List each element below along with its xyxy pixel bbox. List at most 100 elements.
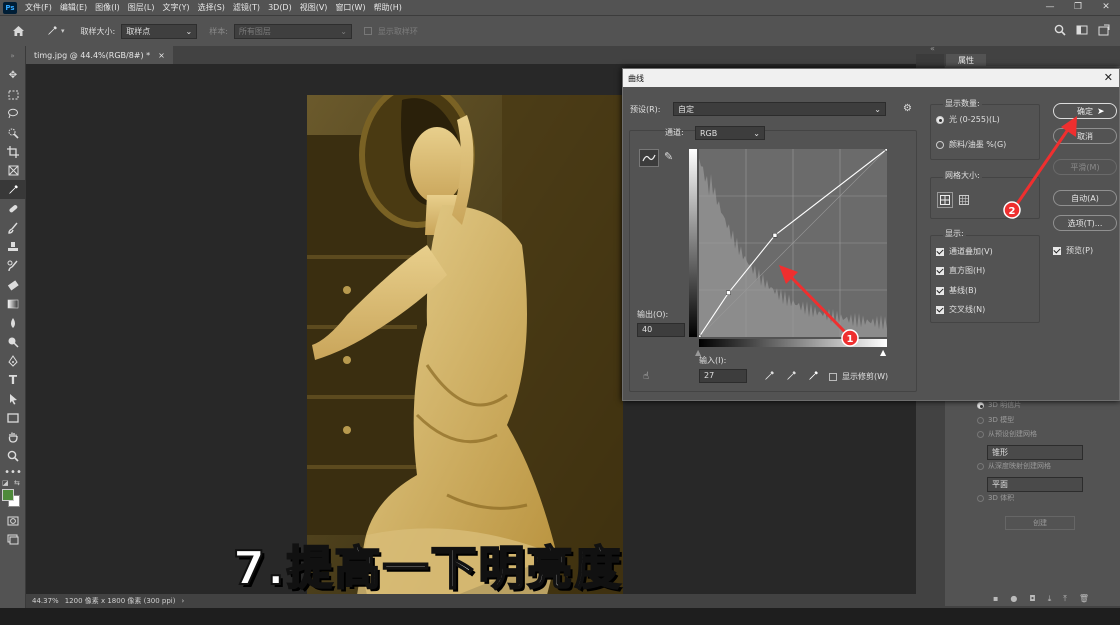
crop-tool-icon[interactable] (0, 142, 26, 161)
eraser-tool-icon[interactable] (0, 275, 26, 294)
brush-tool-icon[interactable] (0, 218, 26, 237)
marquee-tool-icon[interactable] (0, 85, 26, 104)
auto-button[interactable]: 自动(A) (1053, 190, 1117, 206)
option-mesh-from-preset[interactable]: 从预设创建网格 (977, 429, 1037, 439)
light-radio[interactable] (936, 115, 944, 124)
channel-overlay-option[interactable]: 通道叠加(V) (936, 246, 993, 257)
minimize-button[interactable]: — (1036, 0, 1064, 15)
show-ring-checkbox[interactable] (363, 27, 372, 35)
trash-icon[interactable]: 🗑 (1079, 594, 1089, 604)
output-field[interactable]: 40 (637, 323, 685, 337)
option-mesh-from-depth[interactable]: 从深度映射创建网格 (977, 461, 1051, 471)
hand-tool-icon[interactable] (0, 427, 26, 446)
more-tools-icon[interactable]: ••• (0, 465, 26, 479)
histogram-option[interactable]: 直方图(H) (936, 265, 985, 276)
on-image-adjust-icon[interactable]: ☝ (643, 371, 649, 382)
type-tool-icon[interactable]: T (0, 370, 26, 389)
channel-overlay-checkbox[interactable] (936, 247, 944, 256)
path-selection-tool-icon[interactable] (0, 389, 26, 408)
histogram-checkbox[interactable] (936, 266, 944, 275)
menu-file[interactable]: 文件(F) (21, 2, 56, 13)
sample-select[interactable]: 所有图层 ⌄ (233, 23, 352, 39)
screen-mode-icon[interactable] (0, 530, 26, 549)
curve-control-point[interactable] (699, 334, 702, 337)
move-tool-icon[interactable]: ✥ (0, 66, 26, 85)
swap-colors-icon[interactable]: ⇆ (14, 479, 20, 487)
menu-image[interactable]: 图像(I) (91, 2, 124, 13)
curve-edit-icon[interactable] (639, 149, 659, 167)
rectangle-tool-icon[interactable] (0, 408, 26, 427)
document-image[interactable] (307, 95, 623, 595)
preset-select[interactable]: 自定 ⌄ (673, 102, 886, 116)
zoom-level[interactable]: 44.37% (32, 597, 59, 605)
baseline-option[interactable]: 基线(B) (936, 285, 977, 296)
option-3d-postcard[interactable]: 3D 明信片 (977, 400, 1021, 410)
menu-view[interactable]: 视图(V) (296, 2, 332, 13)
menu-window[interactable]: 窗口(W) (331, 2, 369, 13)
close-window-button[interactable]: ✕ (1092, 0, 1120, 15)
frame-tool-icon[interactable] (0, 161, 26, 180)
blur-tool-icon[interactable] (0, 313, 26, 332)
menu-edit[interactable]: 编辑(E) (56, 2, 91, 13)
curve-graph[interactable] (699, 149, 887, 337)
pigment-option[interactable]: 颜料/油墨 %(G) (936, 139, 1006, 150)
search-icon[interactable] (1054, 24, 1066, 39)
preview-checkbox[interactable] (1053, 246, 1061, 255)
menu-filter[interactable]: 滤镜(T) (229, 2, 264, 13)
white-eyedropper-icon[interactable] (807, 370, 819, 385)
curve-control-point[interactable] (884, 149, 887, 152)
smooth-button[interactable]: 平滑(M) (1053, 159, 1117, 175)
zoom-tool-icon[interactable] (0, 446, 26, 465)
options-button[interactable]: 选项(T)... (1053, 215, 1117, 231)
white-point-slider[interactable]: ▲ (880, 348, 886, 357)
gray-eyedropper-icon[interactable] (785, 370, 797, 385)
light-option[interactable]: 光 (0-255)(L) (936, 114, 1000, 125)
menu-type[interactable]: 文字(Y) (158, 2, 193, 13)
sample-size-select[interactable]: 取样点 ⌄ (121, 23, 198, 39)
share-icon[interactable] (1098, 24, 1110, 39)
gradient-tool-icon[interactable] (0, 294, 26, 313)
quick-selection-tool-icon[interactable] (0, 123, 26, 142)
depth-shape-select[interactable]: 平面 (987, 477, 1083, 492)
intersection-line-option[interactable]: 交叉线(N) (936, 304, 985, 315)
show-clipping-option[interactable]: 显示修剪(W) (829, 371, 888, 382)
history-brush-tool-icon[interactable] (0, 256, 26, 275)
status-menu-arrow[interactable]: › (181, 597, 184, 605)
panel-collapse-icon[interactable]: » (0, 46, 25, 66)
panel-collapse-icon[interactable]: « (930, 44, 935, 53)
footer-icon-4[interactable]: ⤓ (1048, 594, 1052, 604)
pigment-radio[interactable] (936, 140, 944, 149)
show-clipping-checkbox[interactable] (829, 372, 837, 381)
footer-icon-2[interactable]: ● (1010, 594, 1017, 604)
home-icon[interactable] (10, 25, 26, 37)
quick-mask-icon[interactable] (0, 511, 26, 530)
menu-select[interactable]: 选择(S) (194, 2, 229, 13)
footer-icon-5[interactable]: ⤒ (1063, 594, 1067, 604)
dodge-tool-icon[interactable] (0, 332, 26, 351)
channel-select[interactable]: RGB ⌄ (695, 126, 765, 140)
curve-control-point[interactable] (772, 233, 778, 238)
black-eyedropper-icon[interactable] (763, 370, 775, 385)
foreground-color[interactable] (2, 489, 14, 501)
footer-icon-3[interactable]: ◘ (1029, 594, 1035, 604)
grid-simple-icon[interactable] (937, 192, 953, 208)
ok-button[interactable]: 确定 (1053, 103, 1117, 119)
menu-3d[interactable]: 3D(D) (264, 3, 296, 12)
intersection-line-checkbox[interactable] (936, 305, 944, 314)
input-field[interactable]: 27 (699, 369, 747, 383)
create-button[interactable]: 创建 (1005, 516, 1075, 530)
grid-detailed-icon[interactable] (959, 195, 969, 208)
lasso-tool-icon[interactable] (0, 104, 26, 123)
dialog-title-bar[interactable]: 曲线 (623, 69, 1119, 87)
default-colors-icon[interactable]: ◪ (2, 479, 9, 487)
pencil-icon[interactable]: ✎ (664, 150, 673, 163)
document-tab[interactable]: timg.jpg @ 44.4%(RGB/8#) * × (26, 46, 173, 64)
baseline-checkbox[interactable] (936, 286, 944, 295)
menu-layer[interactable]: 图层(L) (124, 2, 159, 13)
pen-tool-icon[interactable] (0, 351, 26, 370)
eyedropper-icon[interactable] (0, 180, 26, 199)
eyedropper-tool-icon[interactable]: ▾ (46, 25, 65, 37)
preset-shape-select[interactable]: 锥形 (987, 445, 1083, 460)
preview-option[interactable]: 预览(P) (1053, 245, 1093, 256)
close-icon[interactable]: ✕ (1104, 71, 1113, 84)
